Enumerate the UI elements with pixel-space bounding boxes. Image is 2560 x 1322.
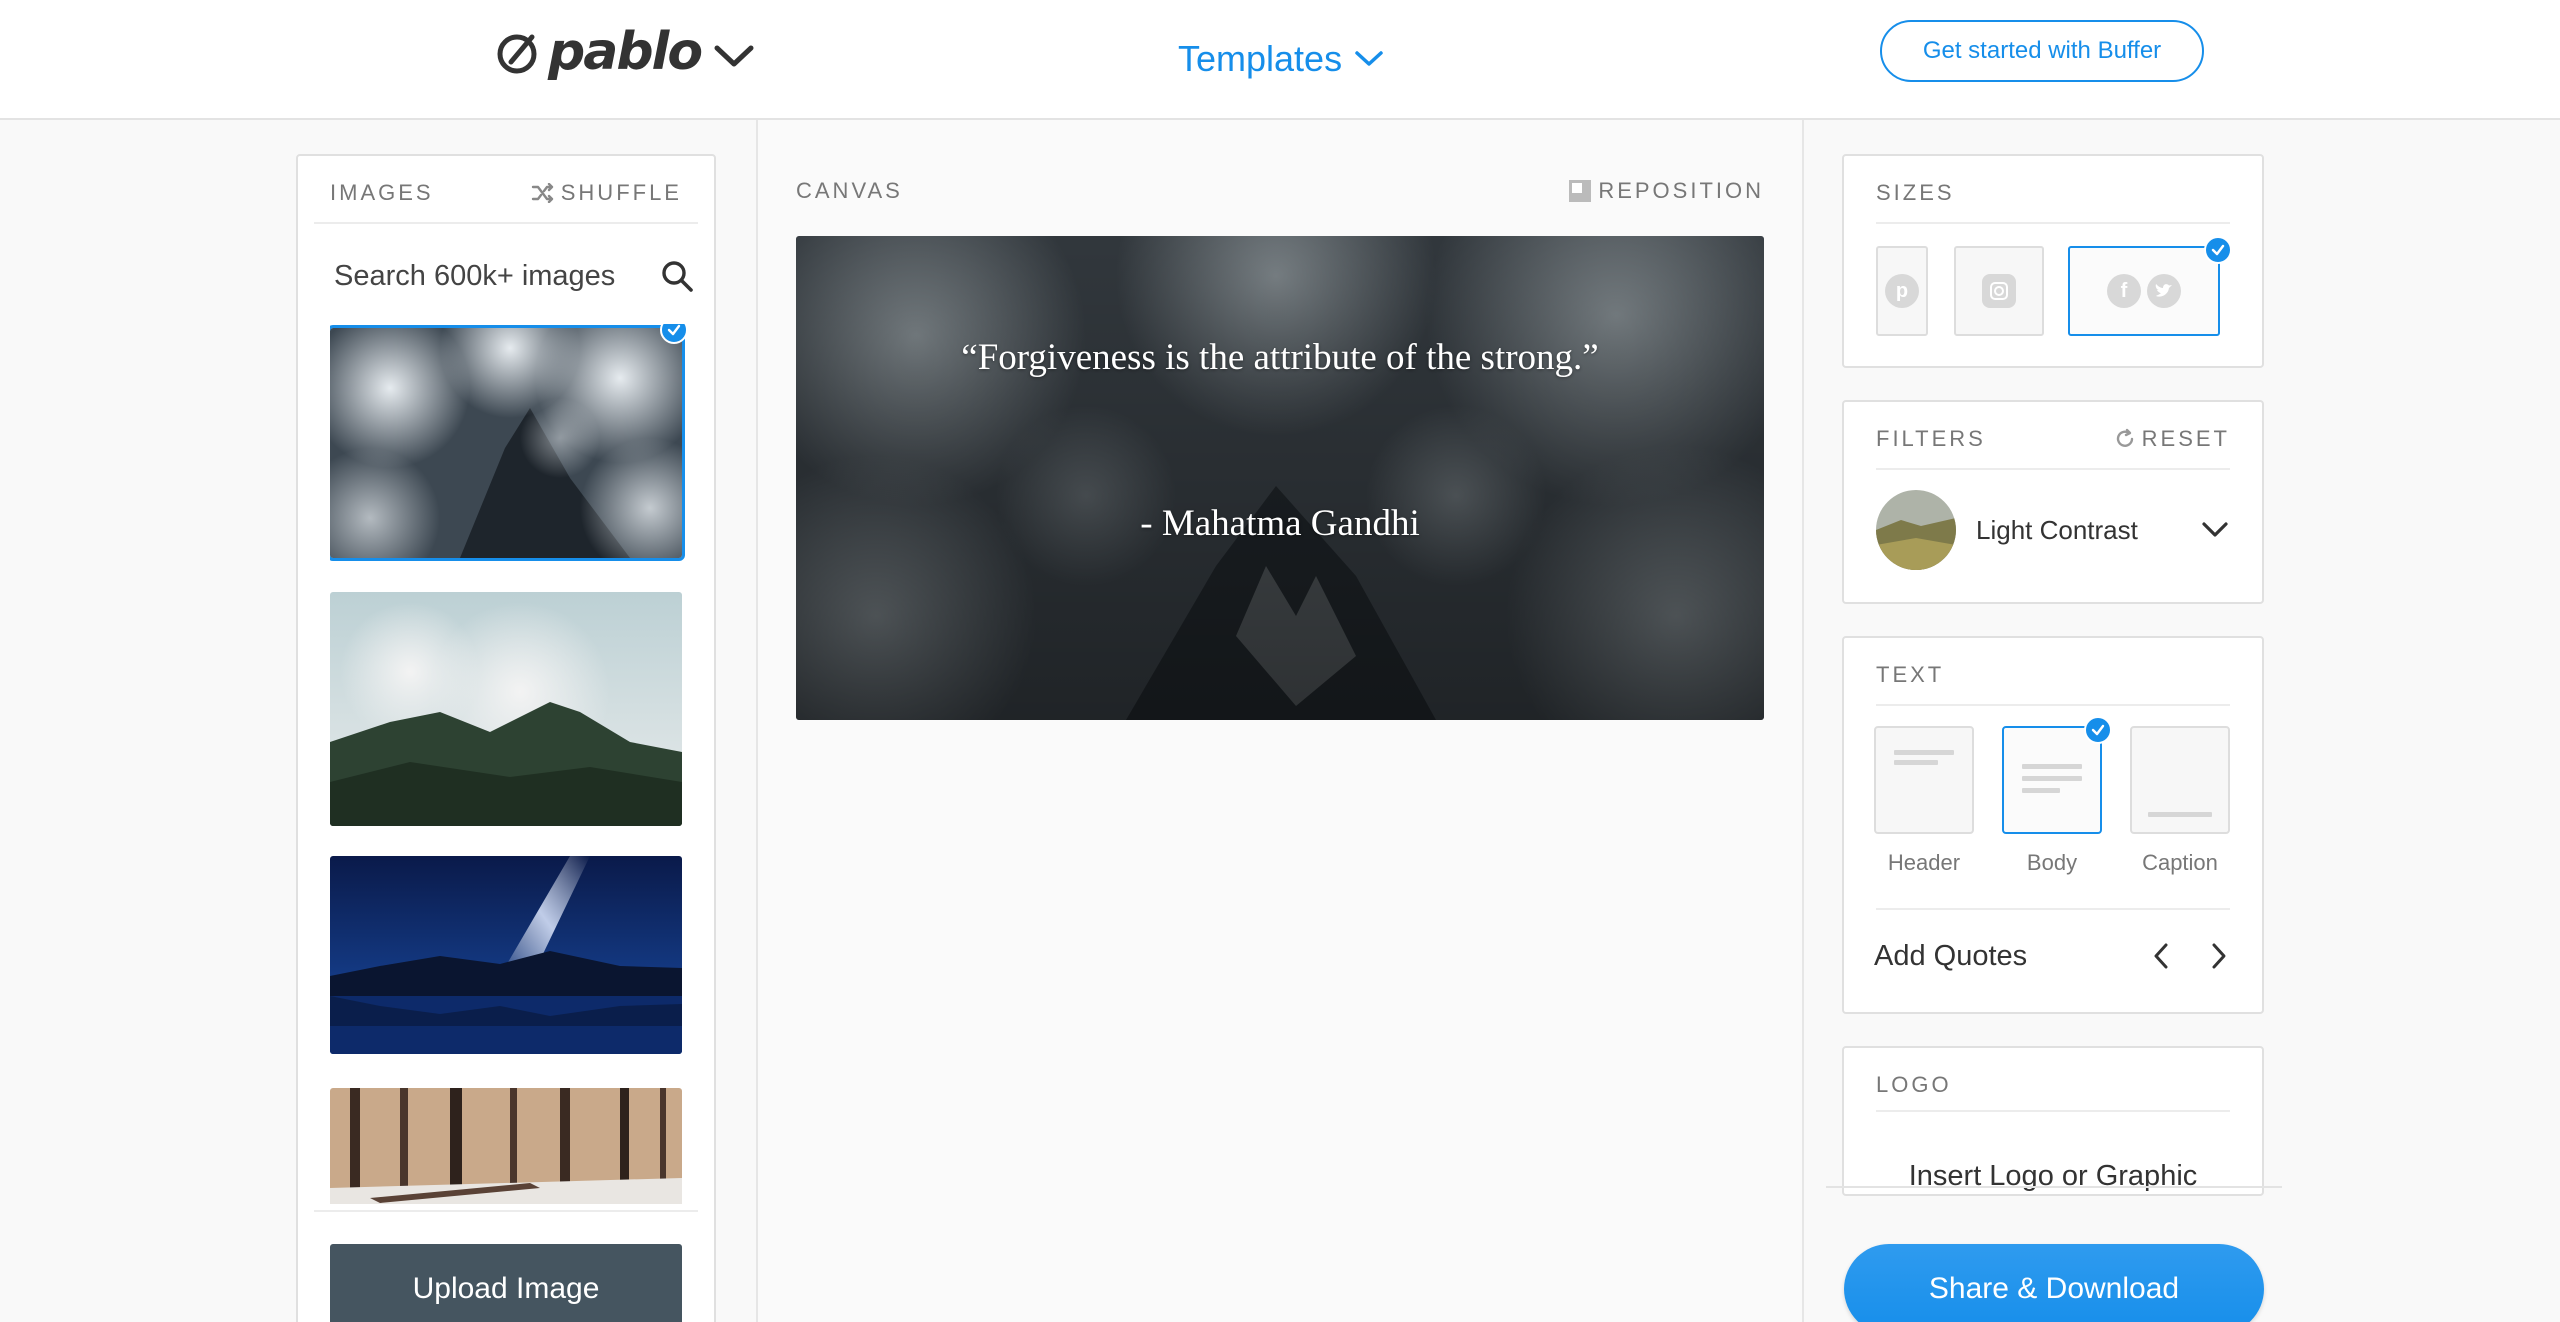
reposition-button[interactable]: REPOSITION [1568, 178, 1764, 204]
instagram-icon [1982, 274, 2016, 308]
reset-label: RESET [2141, 426, 2230, 451]
canvas-header: CANVAS REPOSITION [796, 178, 1764, 204]
top-navigation-bar: pablo Templates Get started with Buffer [0, 0, 2560, 120]
logo-title: LOGO [1876, 1072, 1952, 1097]
templates-label: Templates [1178, 38, 1343, 79]
divider [314, 1210, 698, 1212]
divider [1876, 1110, 2230, 1112]
sizes-title: SIZES [1876, 180, 1955, 205]
text-option-label: Body [2026, 850, 2078, 875]
image-search [334, 246, 694, 306]
size-option-facebook-twitter[interactable]: f [2068, 246, 2220, 336]
reset-filters-button[interactable]: RESET [2114, 426, 2230, 452]
divider [314, 222, 698, 224]
templates-dropdown[interactable]: Templates [1178, 38, 1384, 80]
text-option-label: Header [1887, 850, 1961, 875]
image-thumbnail-list [330, 324, 686, 1204]
chevron-down-icon [1355, 51, 1383, 66]
selected-check-icon [2084, 716, 2112, 744]
images-title: IMAGES [330, 180, 434, 205]
divider [1876, 704, 2230, 706]
filter-name: Light Contrast [1976, 514, 2138, 545]
text-option-body[interactable] [2002, 726, 2102, 834]
divider [1826, 1186, 2282, 1188]
chevron-left-icon [2154, 943, 2168, 969]
share-download-button[interactable]: Share & Download [1844, 1244, 2264, 1322]
misty-mountain-image [330, 592, 682, 826]
add-quotes-label: Add Quotes [1874, 940, 2028, 972]
pablo-logo-icon [497, 34, 537, 74]
shuffle-label: SHUFFLE [560, 180, 682, 205]
divider [1876, 908, 2230, 910]
insert-logo-button[interactable]: Insert Logo or Graphic [1844, 1160, 2262, 1193]
divider [1876, 468, 2230, 470]
logo-text: pablo [548, 22, 703, 82]
image-thumbnail-milky-way[interactable] [330, 856, 682, 1054]
sizes-panel: SIZES p f [1842, 154, 2264, 368]
upload-image-button[interactable]: Upload Image [330, 1244, 682, 1322]
divider [1876, 222, 2230, 224]
search-icon[interactable] [660, 259, 694, 293]
text-option-caption[interactable] [2130, 726, 2230, 834]
quote-author[interactable]: - Mahatma Gandhi [796, 502, 1764, 545]
next-quote-button[interactable] [2204, 938, 2234, 974]
reposition-label: REPOSITION [1598, 178, 1764, 203]
filter-dropdown[interactable]: Light Contrast [1876, 490, 2230, 570]
milky-way-image [330, 856, 682, 1054]
pablo-logo[interactable]: pablo [494, 22, 755, 82]
size-option-instagram[interactable] [1954, 246, 2044, 336]
previous-quote-button[interactable] [2146, 938, 2176, 974]
chevron-down-icon [2202, 522, 2228, 537]
reposition-icon [1569, 180, 1592, 202]
shuffle-button[interactable]: SHUFFLE [531, 180, 682, 206]
filter-preview-thumbnail [1876, 490, 1956, 570]
canvas-title: CANVAS [796, 178, 903, 203]
size-option-pinterest[interactable]: p [1876, 246, 1928, 336]
text-title: TEXT [1876, 662, 1945, 687]
facebook-icon: f [2107, 274, 2141, 308]
image-thumbnail-misty-mountain[interactable] [330, 592, 682, 826]
chevron-right-icon [2212, 943, 2226, 969]
clouds-mountain-image [330, 328, 682, 558]
chevron-down-icon [714, 45, 754, 67]
pinterest-icon: p [1885, 274, 1919, 308]
search-input[interactable] [334, 259, 634, 293]
filters-panel: FILTERS RESET Light Contrast [1842, 400, 2264, 604]
images-panel: IMAGES SHUFFLE Search 600k+ images Uploa… [296, 154, 716, 1322]
get-started-button[interactable]: Get started with Buffer [1880, 20, 2204, 82]
shuffle-icon [531, 183, 553, 203]
quote-canvas[interactable]: “Forgiveness is the attribute of the str… [796, 236, 1764, 720]
text-panel: TEXT Header Body Caption Add Quotes [1842, 636, 2264, 1014]
winter-forest-image [330, 1088, 682, 1204]
text-option-label: Caption [2142, 850, 2218, 875]
logo-panel: LOGO Insert Logo or Graphic [1842, 1046, 2264, 1196]
reset-icon [2116, 428, 2133, 447]
quote-text[interactable]: “Forgiveness is the attribute of the str… [956, 328, 1604, 388]
selected-check-icon [2204, 236, 2232, 264]
image-thumbnail-clouds[interactable] [330, 325, 685, 561]
filters-title: FILTERS [1876, 426, 1986, 451]
image-thumbnail-winter-forest[interactable] [330, 1088, 682, 1204]
twitter-icon [2147, 274, 2181, 308]
canvas-background-image [796, 236, 1764, 720]
text-option-header[interactable] [1874, 726, 1974, 834]
